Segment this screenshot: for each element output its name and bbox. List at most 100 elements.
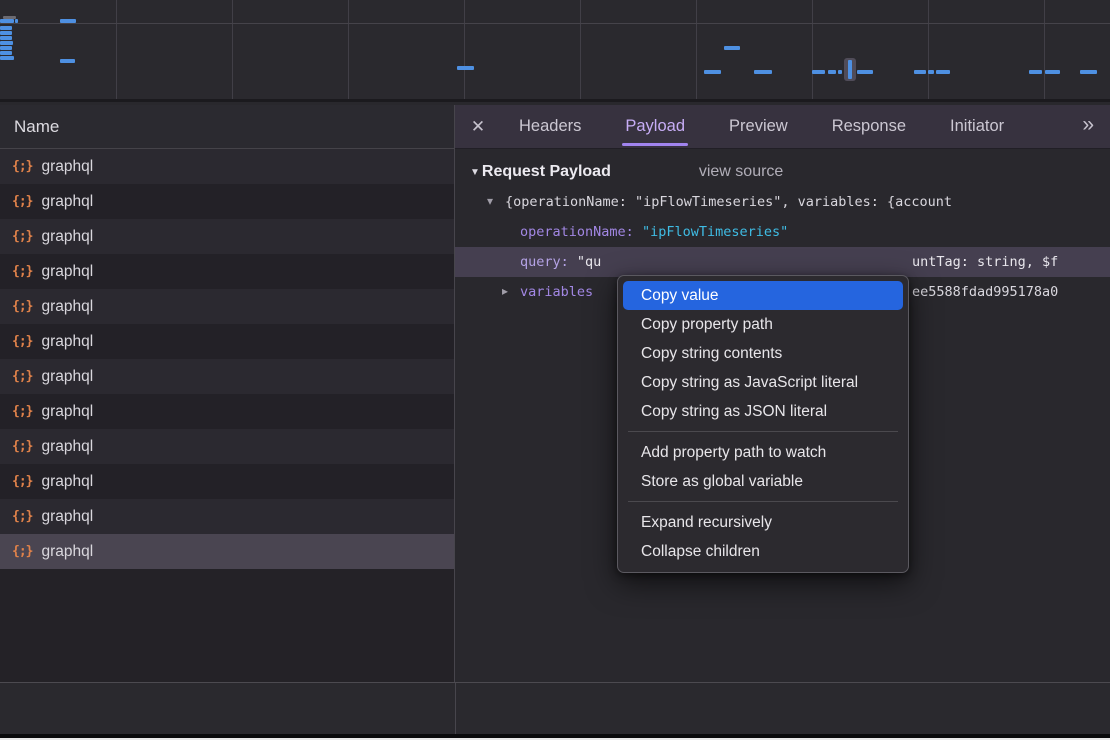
request-name: graphql [41, 403, 93, 421]
menu-item-copy-string-contents[interactable]: Copy string contents [623, 339, 903, 368]
property-key: variables [520, 284, 593, 300]
menu-item-copy-string-json-literal[interactable]: Copy string as JSON literal [623, 397, 903, 426]
menu-item-store-as-global-variable[interactable]: Store as global variable [623, 467, 903, 496]
request-row[interactable]: {;} graphql [0, 254, 454, 289]
tab-payload[interactable]: Payload [625, 105, 685, 148]
devtools-network-panel: Name {;} graphql {;} graphql {;} graphql {;… [0, 0, 1110, 740]
tab-initiator[interactable]: Initiator [950, 105, 1004, 148]
object-preview: {operationName: "ipFlowTimeseries", vari… [505, 194, 952, 210]
waterfall-bar [838, 70, 842, 74]
waterfall-bar [704, 70, 721, 74]
request-row[interactable]: {;} graphql [0, 464, 454, 499]
json-braces-icon: {;} [12, 159, 32, 174]
timeline-gridlines [0, 0, 1110, 99]
waterfall-bar [857, 70, 873, 74]
waterfall-bar [754, 70, 772, 74]
request-payload-header[interactable]: ▼ Request Payload view source [455, 149, 1110, 187]
waterfall-bar [15, 19, 18, 23]
context-menu: Copy value Copy property path Copy strin… [617, 275, 909, 573]
detail-tab-bar: ✕ Headers Payload Preview Response Initi… [455, 105, 1110, 149]
more-tabs-icon[interactable]: » [1072, 113, 1110, 140]
tab-preview[interactable]: Preview [729, 105, 788, 148]
view-source-link[interactable]: view source [699, 163, 783, 181]
waterfall-bar [0, 19, 14, 23]
request-name: graphql [41, 333, 93, 351]
column-header-name[interactable]: Name [0, 105, 454, 149]
menu-item-add-property-path-to-watch[interactable]: Add property path to watch [623, 438, 903, 467]
json-braces-icon: {;} [12, 404, 32, 419]
section-title: Request Payload [482, 163, 611, 181]
json-braces-icon: {;} [12, 194, 32, 209]
main-split: Name {;} graphql {;} graphql {;} graphql {;… [0, 105, 1110, 682]
json-braces-icon: {;} [12, 439, 32, 454]
tree-row-operation-name[interactable]: operationName: "ipFlowTimeseries" [455, 217, 1110, 247]
json-braces-icon: {;} [12, 474, 32, 489]
waterfall-bar [928, 70, 934, 74]
json-braces-icon: {;} [12, 544, 32, 559]
request-name: graphql [41, 228, 93, 246]
waterfall-bar [0, 36, 12, 40]
request-row[interactable]: {;}graphql [0, 184, 454, 219]
json-braces-icon: {;} [12, 264, 32, 279]
tree-row-query-selected[interactable]: query: "qu untTag: string, $f [455, 247, 1110, 277]
waterfall-bar [914, 70, 926, 74]
menu-separator [628, 501, 898, 502]
request-row[interactable]: {;} graphql [0, 429, 454, 464]
collapse-triangle-icon: ▼ [470, 167, 480, 178]
panel-divider [455, 683, 456, 734]
property-key: operationName: [520, 224, 634, 240]
expand-triangle-icon: ▶ [502, 287, 508, 298]
expand-triangle-icon: ▼ [487, 197, 493, 208]
request-list-panel: Name {;} graphql {;} graphql {;} graphql {;… [0, 105, 455, 682]
tab-response[interactable]: Response [832, 105, 906, 148]
request-name: graphql [41, 438, 93, 456]
property-key: query: [520, 254, 569, 270]
request-name: graphql [41, 473, 93, 491]
property-value-left: "qu [577, 254, 601, 270]
json-braces-icon: {;} [12, 299, 32, 314]
network-overview-timeline[interactable] [0, 0, 1110, 102]
request-list: {;} graphql {;} graphql {;} graphql {;} grap… [0, 149, 454, 569]
waterfall-bar [828, 70, 836, 74]
request-row[interactable]: {;}graphql [0, 289, 454, 324]
waterfall-bar [812, 70, 825, 74]
waterfall-bar [0, 41, 13, 45]
selected-request-marker [844, 58, 856, 81]
detail-tabs: Headers Payload Preview Response Initiat… [519, 105, 1072, 148]
tab-headers[interactable]: Headers [519, 105, 581, 148]
waterfall-bar [457, 66, 474, 70]
waterfall-bar [1045, 70, 1060, 74]
waterfall-bar [0, 31, 12, 35]
menu-item-expand-recursively[interactable]: Expand recursively [623, 508, 903, 537]
request-row[interactable]: {;} graphql [0, 394, 454, 429]
waterfall-bar [0, 51, 12, 55]
waterfall-bar [60, 19, 76, 23]
request-row[interactable]: {;} graphql [0, 149, 454, 184]
request-row-selected[interactable]: {;}graphql [0, 534, 454, 569]
request-row[interactable]: {;} graphql [0, 499, 454, 534]
waterfall-bar [0, 26, 12, 30]
request-row[interactable]: {;} graphql [0, 359, 454, 394]
menu-item-copy-string-js-literal[interactable]: Copy string as JavaScript literal [623, 368, 903, 397]
menu-item-collapse-children[interactable]: Collapse children [623, 537, 903, 566]
waterfall-bar [0, 46, 12, 50]
menu-separator [628, 431, 898, 432]
waterfall-bar [0, 56, 14, 60]
request-name: graphql [41, 263, 93, 281]
property-value-right: ee5588fdad995178a0 [912, 284, 1058, 300]
tree-row-root[interactable]: ▼ {operationName: "ipFlowTimeseries", va… [455, 187, 1110, 217]
waterfall-bar [1080, 70, 1097, 74]
request-name: graphql [41, 368, 93, 386]
request-row[interactable]: {;}graphql [0, 219, 454, 254]
waterfall-bar [936, 70, 950, 74]
menu-item-copy-property-path[interactable]: Copy property path [623, 310, 903, 339]
json-braces-icon: {;} [12, 509, 32, 524]
close-icon[interactable]: ✕ [455, 117, 501, 137]
property-value-right: untTag: string, $f [912, 254, 1058, 270]
menu-item-copy-value[interactable]: Copy value [623, 281, 903, 310]
json-braces-icon: {;} [12, 369, 32, 384]
request-name: graphql [41, 508, 93, 526]
request-row[interactable]: {;}graphql [0, 324, 454, 359]
request-name: graphql [41, 158, 93, 176]
property-value-string: "ipFlowTimeseries" [642, 224, 788, 240]
